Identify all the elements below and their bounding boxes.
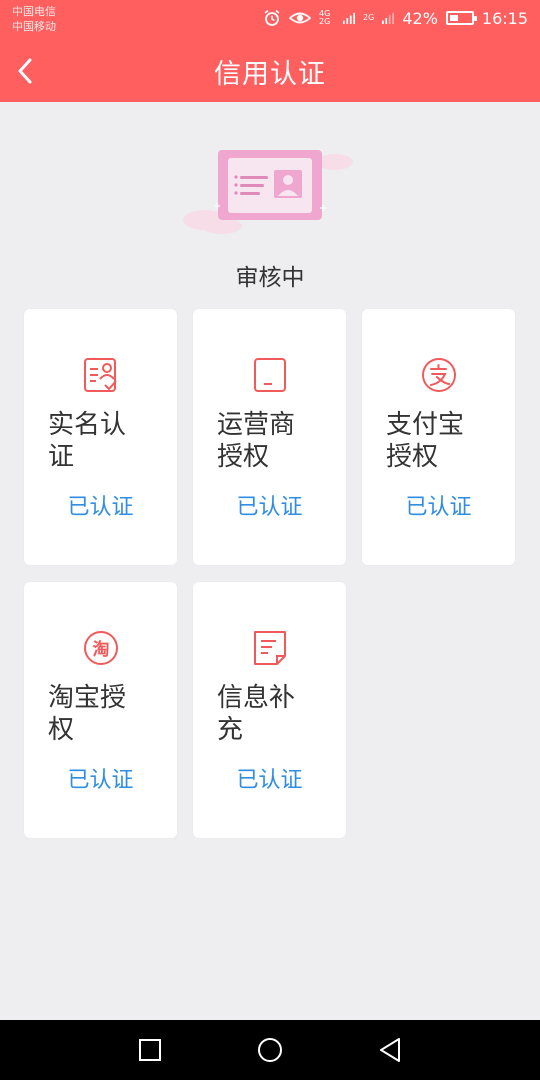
id-card-illustration-icon xyxy=(183,150,353,234)
network-2-label: 2G xyxy=(363,13,375,22)
card-info-supplement[interactable]: 信息补充 已认证 xyxy=(193,582,346,838)
card-status: 已认证 xyxy=(236,495,303,520)
card-title: 实名认证 xyxy=(48,410,127,472)
document-icon xyxy=(254,631,286,665)
card-carrier-authorization[interactable]: 运营商授权 已认证 xyxy=(193,309,346,565)
circle-icon xyxy=(258,1038,282,1062)
carrier-2: 中国移动 xyxy=(12,20,56,33)
phone-icon xyxy=(254,358,286,392)
card-title: 信息补充 xyxy=(217,683,296,745)
card-status: 已认证 xyxy=(405,495,472,520)
recent-apps-button[interactable] xyxy=(130,1030,170,1070)
alipay-icon xyxy=(422,358,456,392)
status-bar: 中国电信 中国移动 4G 2G 2G 42% 16:15 xyxy=(0,0,540,40)
card-title: 运营商授权 xyxy=(217,410,296,472)
alarm-icon xyxy=(264,9,280,26)
square-icon xyxy=(139,1039,161,1061)
card-title: 淘宝授权 xyxy=(48,683,127,745)
card-title: 支付宝授权 xyxy=(386,410,465,472)
signal-1-icon xyxy=(343,12,356,24)
svg-text:淘: 淘 xyxy=(93,639,110,660)
network-1-label: 4G 2G xyxy=(319,9,331,26)
card-real-name-verification[interactable]: 实名认证 已认证 xyxy=(24,309,177,565)
clock: 16:15 xyxy=(481,8,528,28)
carrier-1: 中国电信 xyxy=(12,5,56,18)
card-taobao-authorization[interactable]: 淘 淘宝授权 已认证 xyxy=(24,582,177,838)
carrier-info: 中国电信 中国移动 xyxy=(12,4,56,34)
taobao-icon: 淘 xyxy=(84,631,118,665)
status-icons: 4G 2G 2G 42% 16:15 xyxy=(263,8,528,28)
triangle-back-icon xyxy=(380,1038,400,1062)
card-status: 已认证 xyxy=(67,768,134,793)
battery-icon xyxy=(445,11,477,25)
system-nav-bar xyxy=(0,1020,540,1080)
eye-icon xyxy=(289,12,312,24)
title-bar: 信用认证 xyxy=(0,40,540,102)
page-title: 信用认证 xyxy=(214,59,326,90)
card-status: 已认证 xyxy=(236,768,303,793)
back-nav-button[interactable] xyxy=(370,1030,410,1070)
app-header: 中国电信 中国移动 4G 2G 2G 42% 16:15 信用认证 xyxy=(0,0,540,102)
card-alipay-authorization[interactable]: 支付宝授权 已认证 xyxy=(362,309,515,565)
signal-2-icon xyxy=(382,12,395,24)
review-status: 审核中 xyxy=(235,265,305,291)
id-card-icon xyxy=(84,358,117,392)
home-button[interactable] xyxy=(250,1030,290,1070)
battery-percent: 42% xyxy=(402,8,438,28)
card-status: 已认证 xyxy=(67,495,134,520)
